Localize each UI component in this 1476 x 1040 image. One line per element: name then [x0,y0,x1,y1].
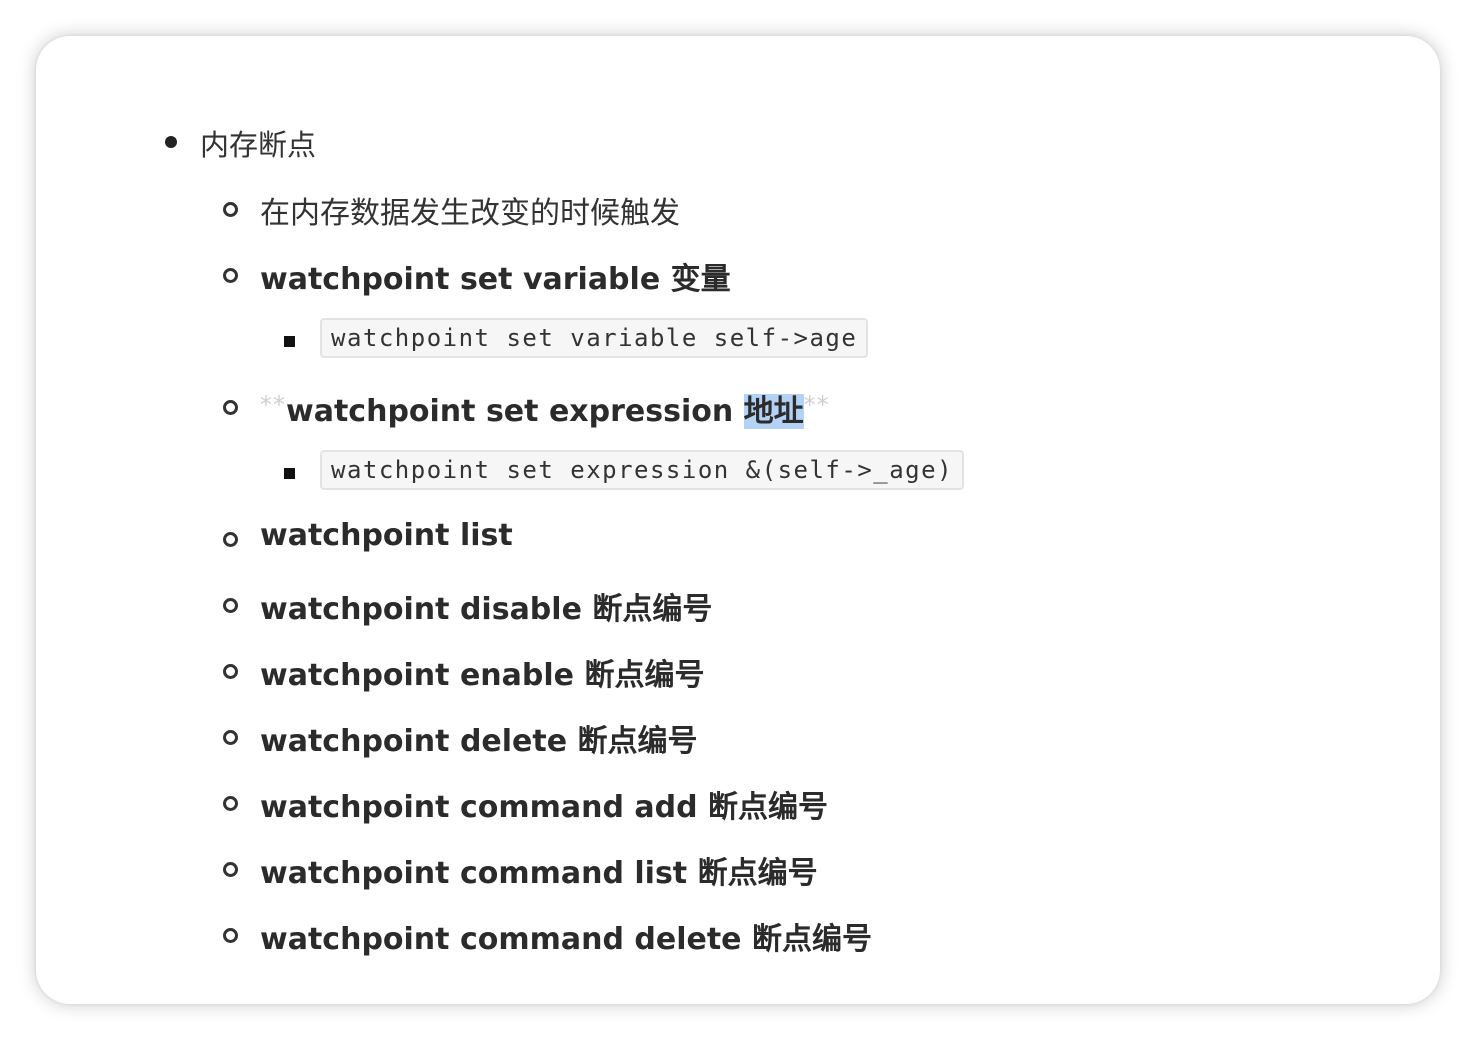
bullet-disc-icon [165,136,177,148]
bullet-circle-icon [223,202,238,217]
bullet-circle-icon [223,664,238,679]
list-item-watchpoint-delete[interactable]: watchpoint delete 断点编号 [260,716,698,760]
bullet-circle-icon [223,400,238,415]
bullet-circle-icon [223,796,238,811]
set-expression-text: watchpoint set expression [286,394,744,429]
list-item-memory-breakpoint[interactable]: 内存断点 [200,122,316,164]
list-item-watchpoint-list[interactable]: watchpoint list [260,518,513,553]
list-item-set-expression[interactable]: **watchpoint set expression 地址** [260,386,830,430]
bullet-circle-icon [223,268,238,283]
bullet-circle-icon [223,598,238,613]
selected-text-address[interactable]: 地址 [743,394,804,429]
list-item-watchpoint-command-delete[interactable]: watchpoint command delete 断点编号 [260,914,872,958]
list-item-description[interactable]: 在内存数据发生改变的时候触发 [260,188,680,232]
bullet-circle-icon [223,730,238,745]
document-card: 内存断点 在内存数据发生改变的时候触发 watchpoint set varia… [36,36,1440,1004]
list-item-watchpoint-command-list[interactable]: watchpoint command list 断点编号 [260,848,818,892]
list-item-set-variable[interactable]: watchpoint set variable 变量 [260,254,731,298]
markdown-bold-marker-open: ** [260,391,286,419]
bullet-square-icon [284,336,295,347]
bullet-square-icon [284,468,295,479]
list-item-watchpoint-disable[interactable]: watchpoint disable 断点编号 [260,584,712,628]
code-set-expression[interactable]: watchpoint set expression &(self->_age) [320,450,965,490]
list-item-watchpoint-enable[interactable]: watchpoint enable 断点编号 [260,650,704,694]
bullet-circle-icon [223,532,238,547]
code-set-variable[interactable]: watchpoint set variable self->age [320,318,869,358]
bullet-circle-icon [223,928,238,943]
markdown-bold-marker-close: ** [803,391,830,419]
list-item-watchpoint-command-add[interactable]: watchpoint command add 断点编号 [260,782,828,826]
bullet-circle-icon [223,862,238,877]
